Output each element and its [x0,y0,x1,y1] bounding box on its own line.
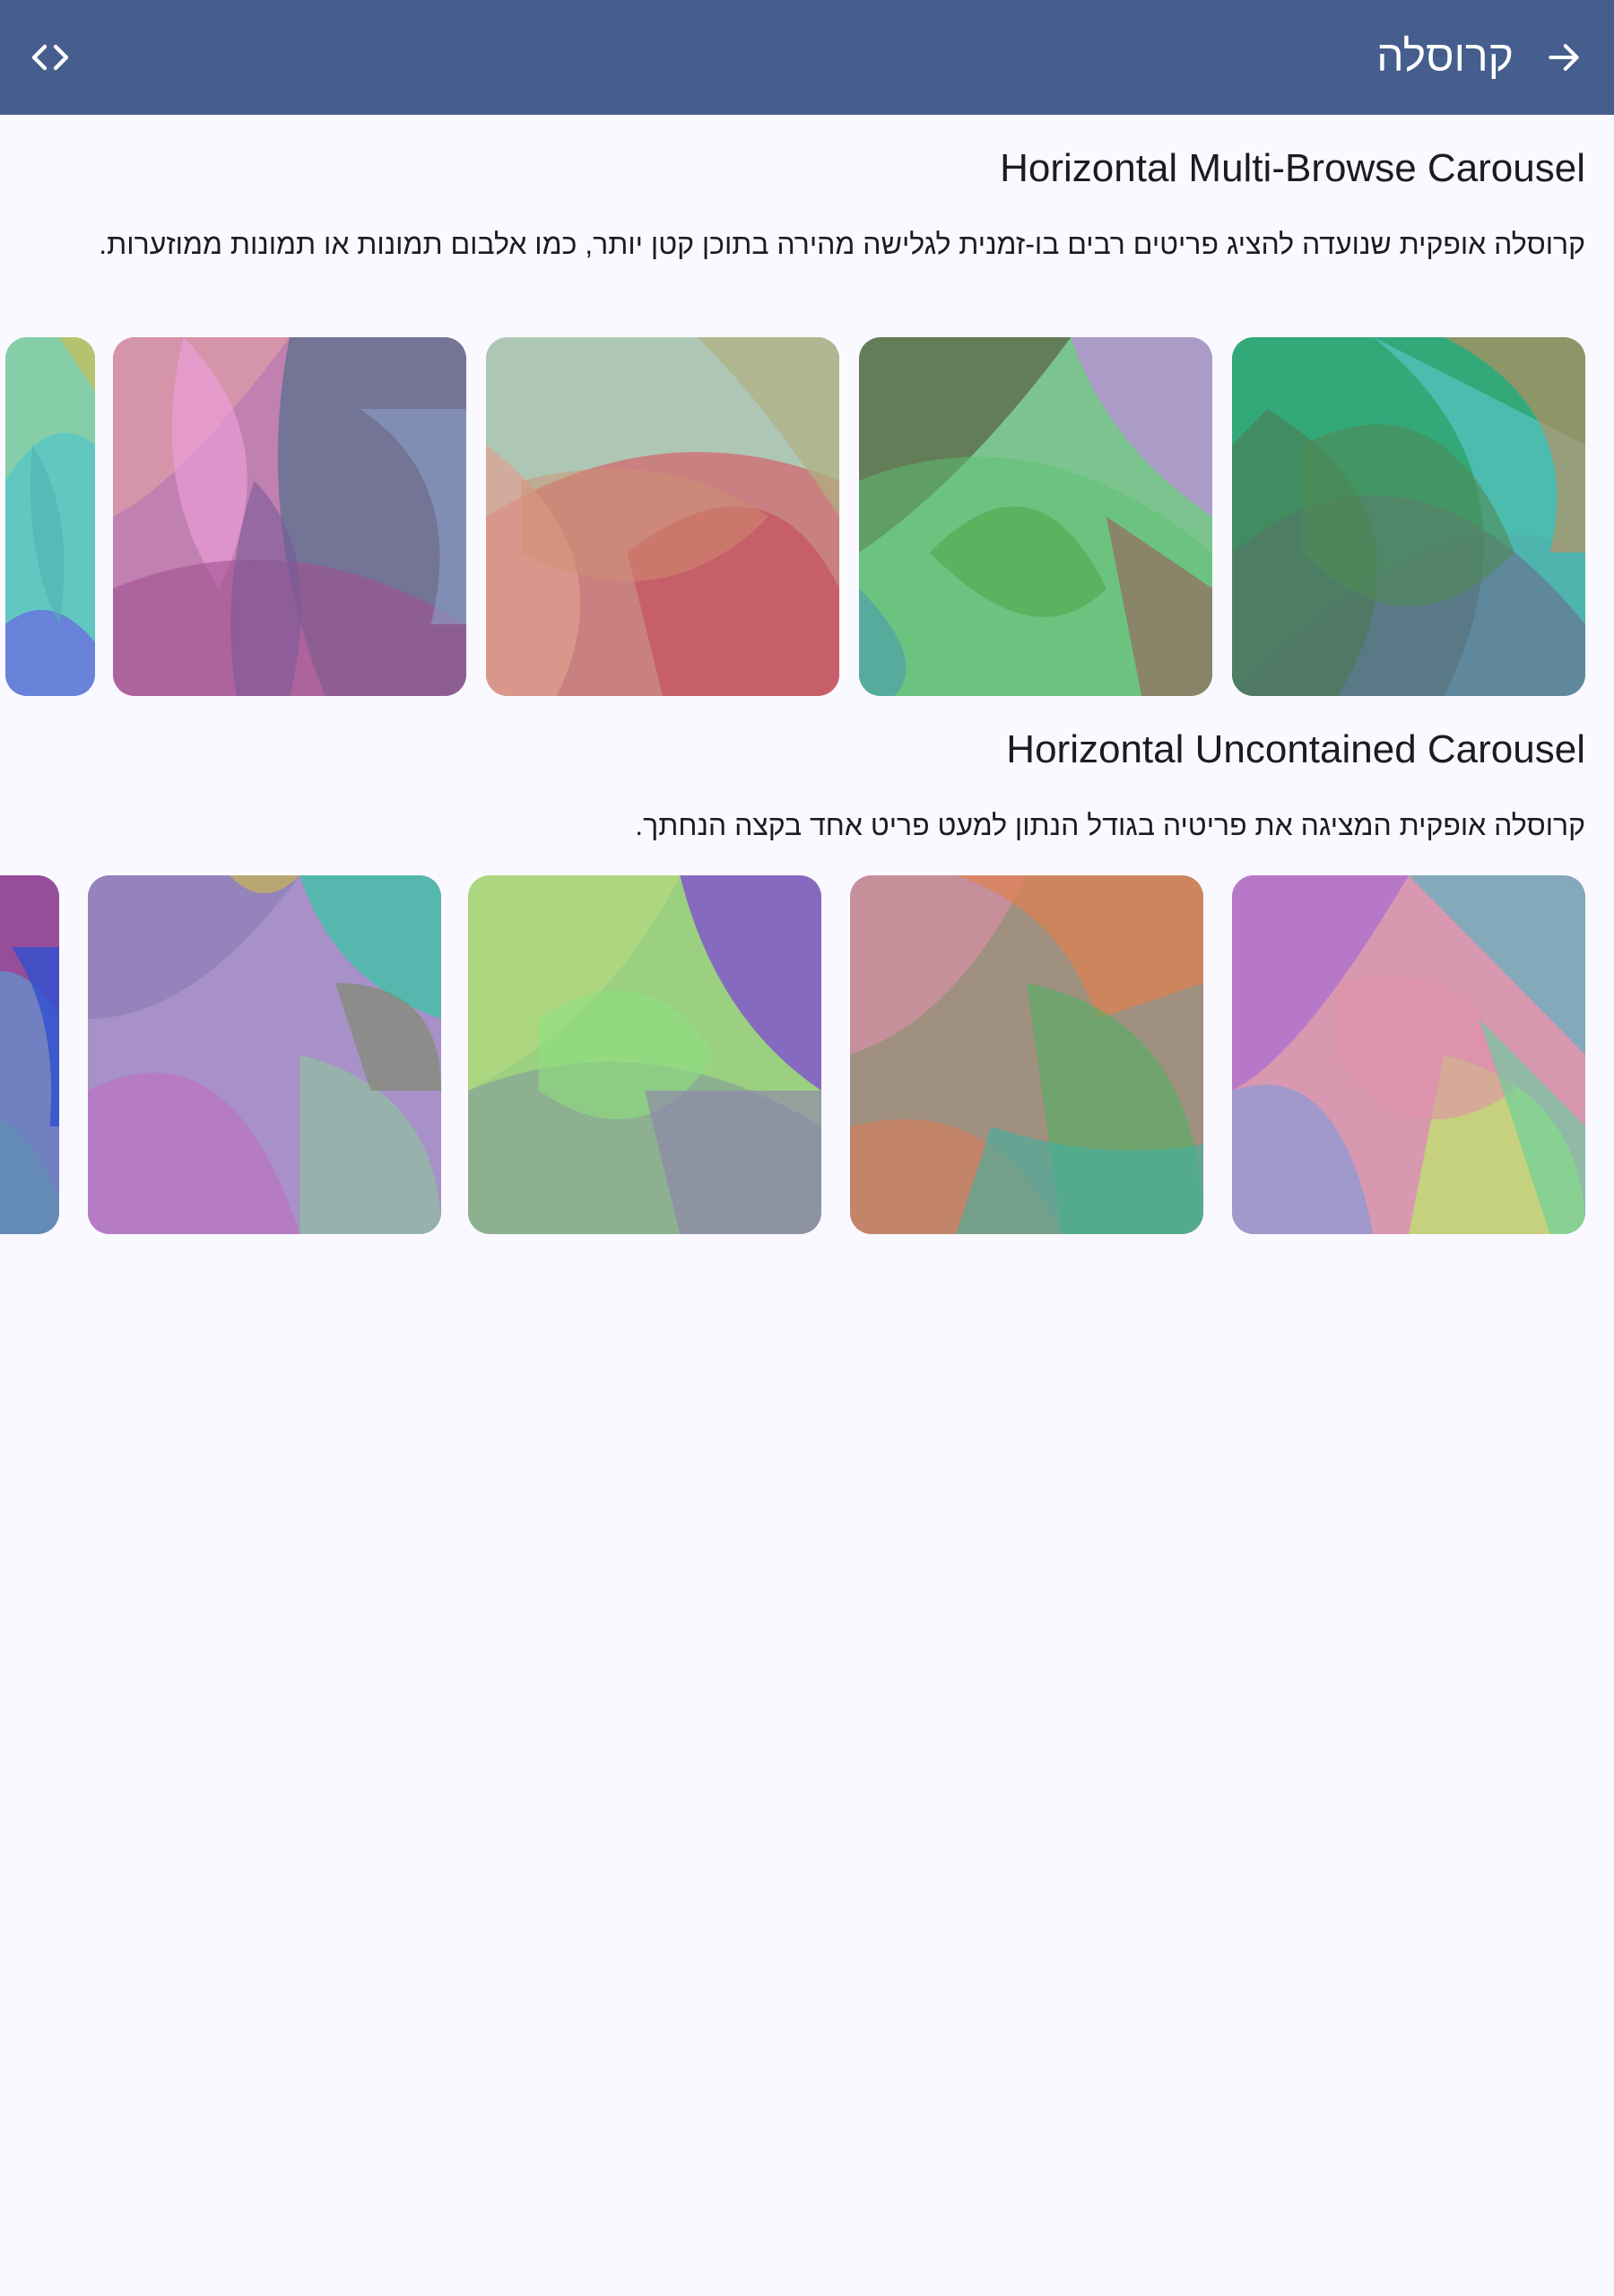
multi-browse-description: קרוסלה אופקית שנועדה להציג פריטים רבים ב… [99,228,1585,260]
top-app-bar: קרוסלה [0,0,1614,115]
page-title: קרוסלה [1376,33,1514,81]
carousel-item[interactable] [88,875,441,1234]
carousel-item[interactable] [850,875,1203,1234]
arrow-forward-icon [1549,44,1579,71]
carousel-item[interactable] [468,875,821,1234]
view-code-button[interactable] [14,22,86,93]
uncontained-title: Horizontal Uncontained Carousel [1006,727,1585,771]
uncontained-description: קרוסלה אופקית המציגה את פריטיה בגודל הנת… [635,809,1585,841]
carousel-item[interactable] [1232,875,1585,1234]
uncontained-carousel[interactable] [0,875,1614,1234]
multi-browse-carousel[interactable] [0,337,1614,696]
carousel-item[interactable] [113,337,466,696]
carousel-item[interactable] [486,337,839,696]
carousel-item[interactable] [859,337,1212,696]
carousel-item[interactable] [0,875,59,1234]
multi-browse-title: Horizontal Multi-Browse Carousel [1000,146,1585,190]
carousel-item[interactable] [1232,337,1585,696]
carousel-item[interactable] [5,337,95,696]
back-button[interactable] [1528,22,1600,93]
code-icon [31,44,69,71]
